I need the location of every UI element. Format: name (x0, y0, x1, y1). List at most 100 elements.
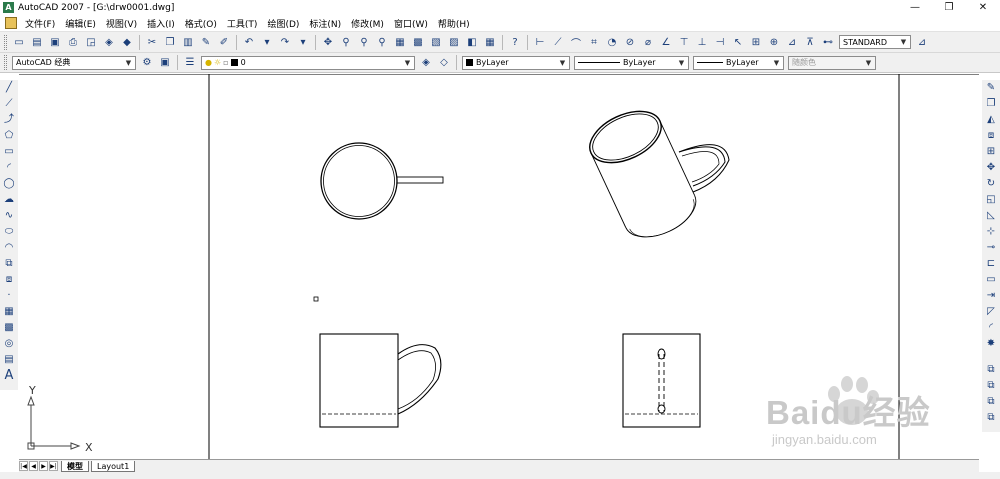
diameter-dimension-icon[interactable]: ⌀ (640, 34, 656, 50)
make-block-icon[interactable]: ⧈ (1, 272, 17, 288)
array-icon[interactable]: ⊞ (983, 144, 999, 160)
tab-model[interactable]: 模型 (61, 460, 89, 472)
menu-file[interactable]: 文件(F) (20, 17, 60, 30)
copy-object-icon[interactable]: ❐ (983, 96, 999, 112)
insert-block-icon[interactable]: ⧉ (1, 256, 17, 272)
undo-icon[interactable]: ↶ (241, 34, 257, 50)
cut-icon[interactable]: ✂ (144, 34, 160, 50)
radius-dimension-icon[interactable]: ◔ (604, 34, 620, 50)
tool-palettes-icon[interactable]: ▧ (428, 34, 444, 50)
revision-cloud-icon[interactable]: ☁ (1, 192, 17, 208)
table-icon[interactable]: ▤ (1, 352, 17, 368)
scale-icon[interactable]: ◱ (983, 192, 999, 208)
spline-icon[interactable]: ∿ (1, 208, 17, 224)
menu-help[interactable]: 帮助(H) (433, 17, 475, 30)
linear-dimension-icon[interactable]: ⊢ (532, 34, 548, 50)
construction-line-icon[interactable]: ⟋ (1, 96, 17, 112)
move-icon[interactable]: ✥ (983, 160, 999, 176)
quick-dimension-icon[interactable]: ⊤ (676, 34, 692, 50)
send-under-icon[interactable]: ⧉ (983, 410, 999, 426)
toolbar-grip[interactable] (4, 34, 7, 50)
dimension-style-manager-icon[interactable]: ⊿ (914, 34, 930, 50)
aligned-dimension-icon[interactable]: ⟋ (550, 34, 566, 50)
zoom-window-icon[interactable]: ⚲ (356, 34, 372, 50)
3d-dwf-icon[interactable]: ◆ (119, 34, 135, 50)
redo-icon[interactable]: ↷ (277, 34, 293, 50)
menu-insert[interactable]: 插入(I) (142, 17, 180, 30)
continue-dimension-icon[interactable]: ⊣ (712, 34, 728, 50)
next-tab-icon[interactable]: ▶ (39, 461, 48, 471)
ellipse-icon[interactable]: ⬭ (1, 224, 17, 240)
region-icon[interactable]: ◎ (1, 336, 17, 352)
break-at-point-icon[interactable]: ⊏ (983, 256, 999, 272)
fillet-icon[interactable]: ◜ (983, 320, 999, 336)
minimize-button[interactable]: — (898, 0, 932, 15)
color-select[interactable]: ByLayer ▼ (462, 55, 570, 70)
redo-dropdown-icon[interactable]: ▾ (295, 34, 311, 50)
menu-view[interactable]: 视图(V) (101, 17, 142, 30)
angular-dimension-icon[interactable]: ∠ (658, 34, 674, 50)
jogged-dimension-icon[interactable]: ⊘ (622, 34, 638, 50)
menu-window[interactable]: 窗口(W) (389, 17, 433, 30)
open-file-icon[interactable]: ▤ (29, 34, 45, 50)
rotate-icon[interactable]: ↻ (983, 176, 999, 192)
toolbar-grip[interactable] (4, 55, 7, 70)
lineweight-select[interactable]: ByLayer ▼ (693, 55, 784, 70)
make-layer-current-icon[interactable]: ◈ (418, 55, 434, 71)
chamfer-icon[interactable]: ◸ (983, 304, 999, 320)
erase-icon[interactable]: ✎ (983, 80, 999, 96)
copy-icon[interactable]: ❐ (162, 34, 178, 50)
break-icon[interactable]: ▭ (983, 272, 999, 288)
linetype-select[interactable]: ByLayer ▼ (574, 55, 689, 70)
pan-icon[interactable]: ✥ (320, 34, 336, 50)
gradient-icon[interactable]: ▩ (1, 320, 17, 336)
workspace-select[interactable]: AutoCAD 经典 ▼ (12, 55, 136, 70)
point-icon[interactable]: · (1, 288, 17, 304)
first-tab-icon[interactable]: |◀ (19, 461, 28, 471)
plot-icon[interactable]: ⎙ (65, 34, 81, 50)
layer-properties-icon[interactable]: ☰ (182, 55, 198, 71)
undo-dropdown-icon[interactable]: ▾ (259, 34, 275, 50)
rectangle-icon[interactable]: ▭ (1, 144, 17, 160)
ordinate-dimension-icon[interactable]: ⌗ (586, 34, 602, 50)
workspace-settings-icon[interactable]: ⚙ (139, 55, 155, 71)
layer-select[interactable]: ● ☼ ▫ 0 ▼ (201, 55, 415, 70)
properties-icon[interactable]: ▦ (392, 34, 408, 50)
last-tab-icon[interactable]: ▶| (49, 461, 58, 471)
close-button[interactable]: ✕ (966, 0, 1000, 15)
line-icon[interactable]: ╱ (1, 80, 17, 96)
markup-icon[interactable]: ◧ (464, 34, 480, 50)
zoom-realtime-icon[interactable]: ⚲ (338, 34, 354, 50)
polyline-icon[interactable]: ⤴ (1, 112, 17, 128)
block-editor-icon[interactable]: ✐ (216, 34, 232, 50)
menu-draw[interactable]: 绘图(D) (262, 17, 304, 30)
paste-icon[interactable]: ▥ (180, 34, 196, 50)
save-icon[interactable]: ▣ (47, 34, 63, 50)
arc-length-icon[interactable]: ⌒ (568, 34, 584, 50)
menu-modify[interactable]: 修改(M) (346, 17, 389, 30)
dimension-text-edit-icon[interactable]: ⊼ (802, 34, 818, 50)
hatch-icon[interactable]: ▦ (1, 304, 17, 320)
help-icon[interactable]: ? (507, 34, 523, 50)
document-icon[interactable] (5, 17, 17, 29)
tolerance-icon[interactable]: ⊞ (748, 34, 764, 50)
menu-dimension[interactable]: 标注(N) (304, 17, 346, 30)
quick-leader-icon[interactable]: ↖ (730, 34, 746, 50)
workspace-save-icon[interactable]: ▣ (157, 55, 173, 71)
ellipse-arc-icon[interactable]: ◠ (1, 240, 17, 256)
multiline-text-icon[interactable]: A (1, 368, 17, 384)
dimension-edit-icon[interactable]: ⊿ (784, 34, 800, 50)
arc-icon[interactable]: ◜ (1, 160, 17, 176)
explode-icon[interactable]: ✸ (983, 336, 999, 352)
publish-icon[interactable]: ◈ (101, 34, 117, 50)
menu-edit[interactable]: 编辑(E) (60, 17, 101, 30)
bring-to-front-icon[interactable]: ⧉ (983, 362, 999, 378)
center-mark-icon[interactable]: ⊕ (766, 34, 782, 50)
menu-tools[interactable]: 工具(T) (222, 17, 263, 30)
restore-button[interactable]: ❐ (932, 0, 966, 15)
send-to-back-icon[interactable]: ⧉ (983, 378, 999, 394)
menu-format[interactable]: 格式(O) (180, 17, 222, 30)
calculator-icon[interactable]: ▦ (482, 34, 498, 50)
join-icon[interactable]: ⇥ (983, 288, 999, 304)
dimension-update-icon[interactable]: ⊷ (820, 34, 836, 50)
